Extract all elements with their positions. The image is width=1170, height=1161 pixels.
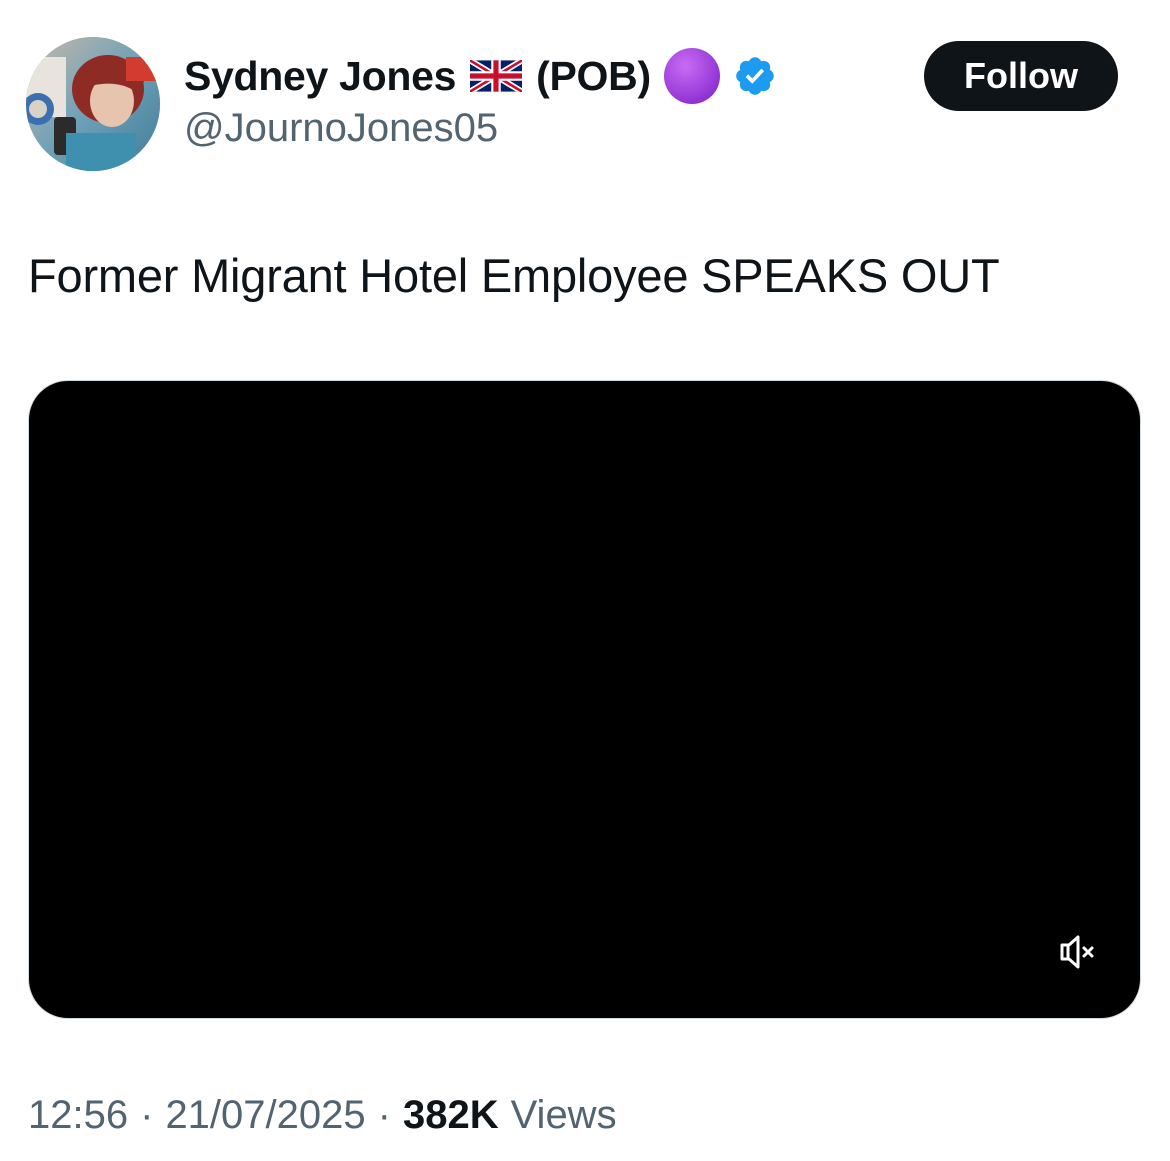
avatar[interactable] <box>26 37 160 171</box>
video-player[interactable] <box>28 380 1141 1019</box>
uk-flag-icon <box>468 57 524 95</box>
tweet-time[interactable]: 12:56 <box>28 1093 128 1138</box>
speaker-muted-icon[interactable] <box>1056 930 1100 974</box>
purple-circle-icon <box>663 47 721 105</box>
tweet-card: Sydney Jones (POB) @JournoJones05 Follow… <box>0 0 1170 1161</box>
separator: · <box>140 1093 154 1137</box>
name-suffix: (POB) <box>536 52 651 99</box>
views-count[interactable]: 382K <box>403 1093 499 1138</box>
verified-badge-icon[interactable] <box>733 54 777 98</box>
author-name-row: Sydney Jones (POB) <box>184 48 777 104</box>
views-label: Views <box>510 1093 617 1137</box>
tweet-meta: 12:56 · 21/07/2025 · 382K Views <box>28 1093 617 1138</box>
tweet-text: Former Migrant Hotel Employee SPEAKS OUT <box>28 249 1000 302</box>
follow-button[interactable]: Follow <box>924 41 1118 111</box>
author-handle[interactable]: @JournoJones05 <box>184 106 498 151</box>
display-name[interactable]: Sydney Jones <box>184 53 456 100</box>
separator: · <box>377 1093 391 1137</box>
tweet-date[interactable]: 21/07/2025 <box>165 1093 365 1138</box>
